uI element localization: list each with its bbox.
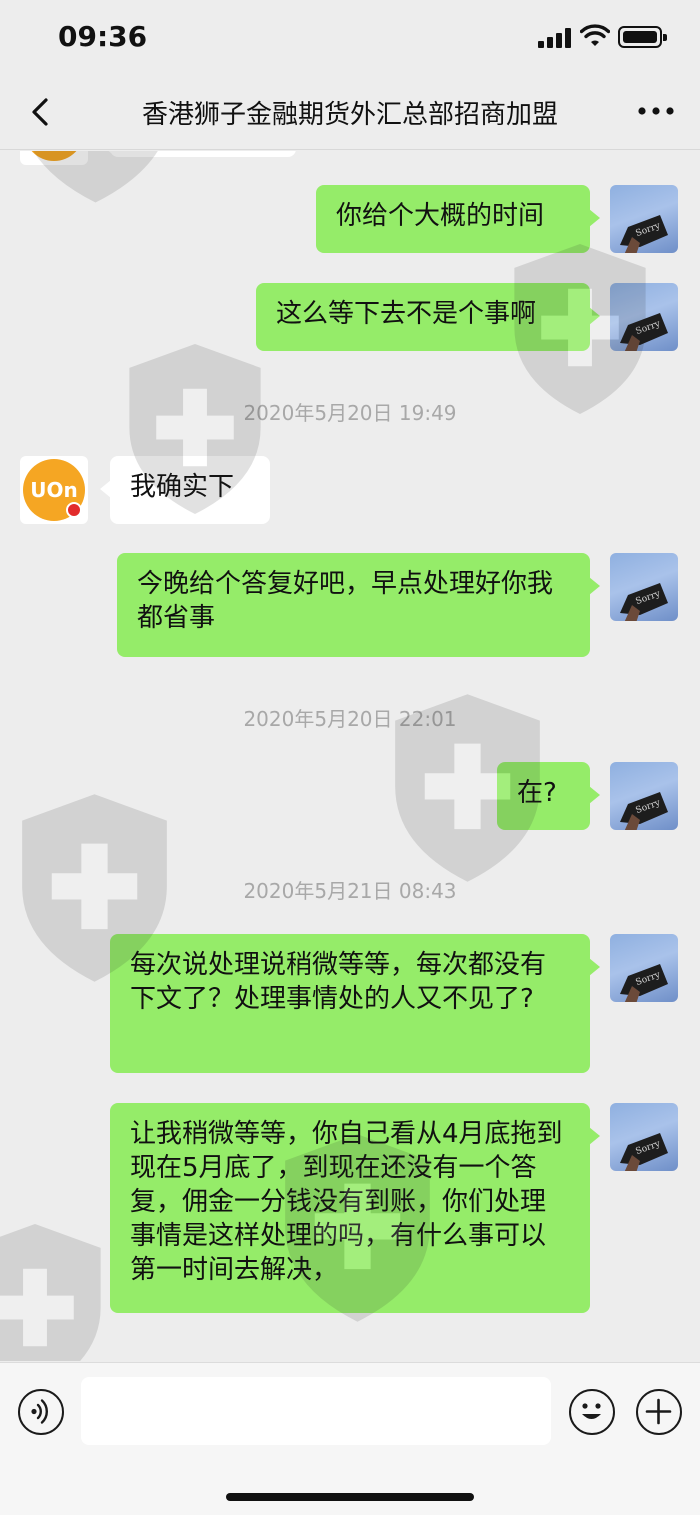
my-avatar[interactable]: Sorry [610,1103,678,1171]
message-bubble-sent: 今晚给个答复好吧，早点处理好你我都省事 [117,553,600,657]
status-bar: 09:36 [0,0,700,78]
battery-icon [618,26,667,48]
wifi-icon [580,24,610,46]
my-avatar[interactable]: Sorry [610,283,678,351]
shield-icon [0,1223,101,1361]
input-bar [0,1362,700,1515]
message-bubble-received: 我确实下 [100,456,270,524]
voice-icon[interactable] [18,1389,64,1435]
message-bubble-sent: 这么等下去不是个事啊 [256,283,600,351]
message-bubble-sent: 让我稍微等等，你自己看从4月底拖到现在5月底了，到现在还没有一个答复，佣金一分钱… [110,1103,600,1313]
my-avatar[interactable]: Sorry [610,185,678,253]
message-timestamp: 2020年5月20日 19:49 [243,401,457,425]
message-input[interactable] [81,1377,551,1445]
avatar-text: UOn [30,478,78,502]
message-bubble-sent: 你给个大概的时间 [316,185,600,253]
message-list[interactable]: Sorry 你给个大概的时间 Sorry 这么等下去不是个事啊 2020年5月2… [0,151,700,1361]
message-bubble-sent: 每次说处理说稍微等等，每次都没有下文了？处理事情处的人又不见了? [110,934,600,1073]
emoji-icon[interactable] [569,1389,615,1435]
chat-header: 香港狮子金融期货外汇总部招商加盟 [0,78,700,150]
message-timestamp: 2020年5月21日 08:43 [243,879,457,903]
other-avatar[interactable]: UOn [20,456,88,524]
chat-title: 香港狮子金融期货外汇总部招商加盟 [141,100,558,130]
other-avatar[interactable] [20,151,88,165]
home-indicator[interactable] [226,1493,474,1501]
status-time: 09:36 [58,20,148,53]
message-bubble-partial [100,151,296,157]
message-bubble-sent: 在? [497,762,600,830]
my-avatar[interactable]: Sorry [610,762,678,830]
cellular-signal-icon [538,28,572,48]
message-timestamp: 2020年5月20日 22:01 [243,707,457,731]
more-dots-icon[interactable] [636,96,676,126]
my-avatar[interactable]: Sorry [610,934,678,1002]
plus-icon[interactable] [636,1389,682,1435]
my-avatar[interactable]: Sorry [610,553,678,621]
